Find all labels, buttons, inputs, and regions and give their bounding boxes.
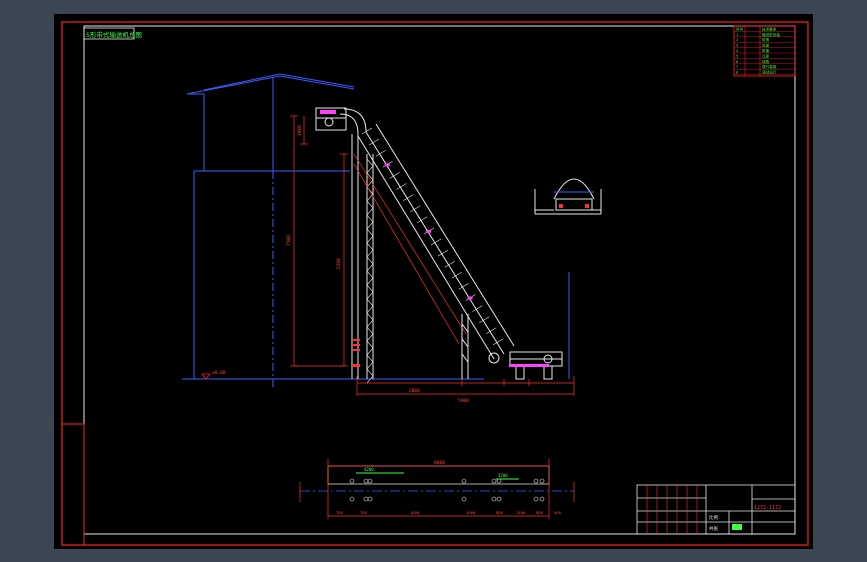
- inner-frame: [83, 25, 796, 535]
- req-row-text: 带速: [762, 48, 770, 53]
- bolt-hole: [363, 478, 369, 484]
- bolt-hole: [539, 478, 545, 484]
- belt-magenta-mark: [467, 296, 473, 300]
- bolt-hole: [363, 496, 369, 502]
- inclined-conveyor: [353, 123, 515, 360]
- plan-seg-label: 500: [554, 510, 562, 515]
- req-row-text: 输送机安装: [762, 32, 780, 37]
- head-drive-mark: [320, 110, 336, 114]
- req-row-num: 6: [736, 60, 738, 64]
- plan-seg-label: 800: [536, 510, 544, 515]
- dim-base-width: 2000: [409, 388, 420, 394]
- bolt-hole: [496, 478, 502, 484]
- plan-seg-label: 750: [336, 510, 344, 515]
- req-row-num: 1: [736, 33, 738, 37]
- belt-magenta-mark: [384, 163, 390, 167]
- req-row-text: 技术要求: [762, 26, 777, 31]
- plan-top2-dim: 3200: [498, 473, 508, 478]
- cross-section-view: [534, 178, 602, 215]
- title-block-green-mark: [732, 524, 742, 530]
- ground-marker: ±0.00: [201, 370, 226, 380]
- title-block-grid: [646, 485, 698, 534]
- req-row-text: 运量: [762, 43, 770, 48]
- requirements-table: 序号 技术要求 1 输送机安装 2 带宽 3 运量 4 带速 5 功率 6 倾角 7 提升高度 8 调试运行: [733, 25, 796, 77]
- req-row-num: 序号: [736, 26, 744, 31]
- drawing-number: 1272-1172: [754, 505, 781, 511]
- dim-head-height: 1000: [297, 125, 303, 136]
- req-row-num: 8: [736, 71, 738, 75]
- req-row-text: 功率: [762, 53, 770, 58]
- bolt-hole: [461, 478, 467, 484]
- vertical-dimensions: [290, 115, 348, 367]
- plan-seg-label: 800: [496, 510, 504, 515]
- req-row-text: 提升高度: [762, 64, 777, 69]
- bolt-hole: [533, 478, 539, 484]
- bolt-hole: [533, 496, 539, 502]
- bolt-hole: [349, 478, 355, 484]
- req-row-num: 4: [736, 49, 738, 53]
- plan-top-dim: 4200: [364, 467, 374, 472]
- plan-seg-label: 1300: [516, 510, 526, 515]
- bolt-hole: [496, 496, 502, 502]
- plan-view: [300, 465, 574, 492]
- belt-magenta-mark: [426, 229, 432, 233]
- plan-bolt-holes: [349, 478, 545, 502]
- cad-drawing: S形带式输送机总图 序号 技术要求 1 输送机安装 2 带宽 3 运量 4 带速 5 功率 6 倾角 7 提升…: [61, 21, 809, 546]
- plan-total-dim: 8600: [434, 460, 445, 466]
- drawing-canvas[interactable]: S形带式输送机总图 序号 技术要求 1 输送机安装 2 带宽 3 运量 4 带速 5 功率 6 倾角 7 提升…: [54, 14, 813, 549]
- req-row-text: 倾角: [762, 59, 770, 64]
- req-row-text: 调试运行: [762, 70, 777, 75]
- tail-belt-mark: [509, 364, 549, 367]
- bolt-hole: [367, 478, 373, 484]
- dim-total-length: 5900: [458, 398, 469, 404]
- tower-base-markers: [352, 339, 360, 367]
- outer-frame: [61, 21, 809, 546]
- drawing-title: S形带式输送机总图: [86, 30, 142, 39]
- req-row-num: 2: [736, 38, 738, 42]
- plan-segment-labels: 750 750 1800 1900 800 1300 800 500: [336, 510, 562, 515]
- bolt-hole: [539, 496, 545, 502]
- scale-label: 比例: [709, 514, 718, 521]
- section-mark-right: [585, 204, 589, 208]
- dim-height-frame: 5200: [336, 258, 342, 269]
- req-row-text: 带宽: [762, 37, 770, 42]
- section-mark-left: [559, 204, 563, 208]
- bolt-hole: [367, 496, 373, 502]
- req-row-num: 5: [736, 54, 738, 58]
- bolt-hole: [349, 496, 355, 502]
- sheet-label: 共张: [709, 525, 718, 532]
- binding-strip: [61, 423, 85, 546]
- req-row-num: 3: [736, 44, 738, 48]
- plan-seg-label: 750: [360, 510, 368, 515]
- lower-support: [461, 314, 469, 379]
- dim-height-main: 7500: [286, 235, 292, 246]
- req-row-num: 7: [736, 65, 738, 69]
- bolt-hole: [461, 496, 467, 502]
- plan-seg-label: 1800: [410, 510, 420, 515]
- ground-mark-label: ±0.00: [212, 370, 226, 376]
- bolt-hole: [491, 478, 497, 484]
- plan-seg-label: 1900: [466, 510, 476, 515]
- bolt-hole: [491, 496, 497, 502]
